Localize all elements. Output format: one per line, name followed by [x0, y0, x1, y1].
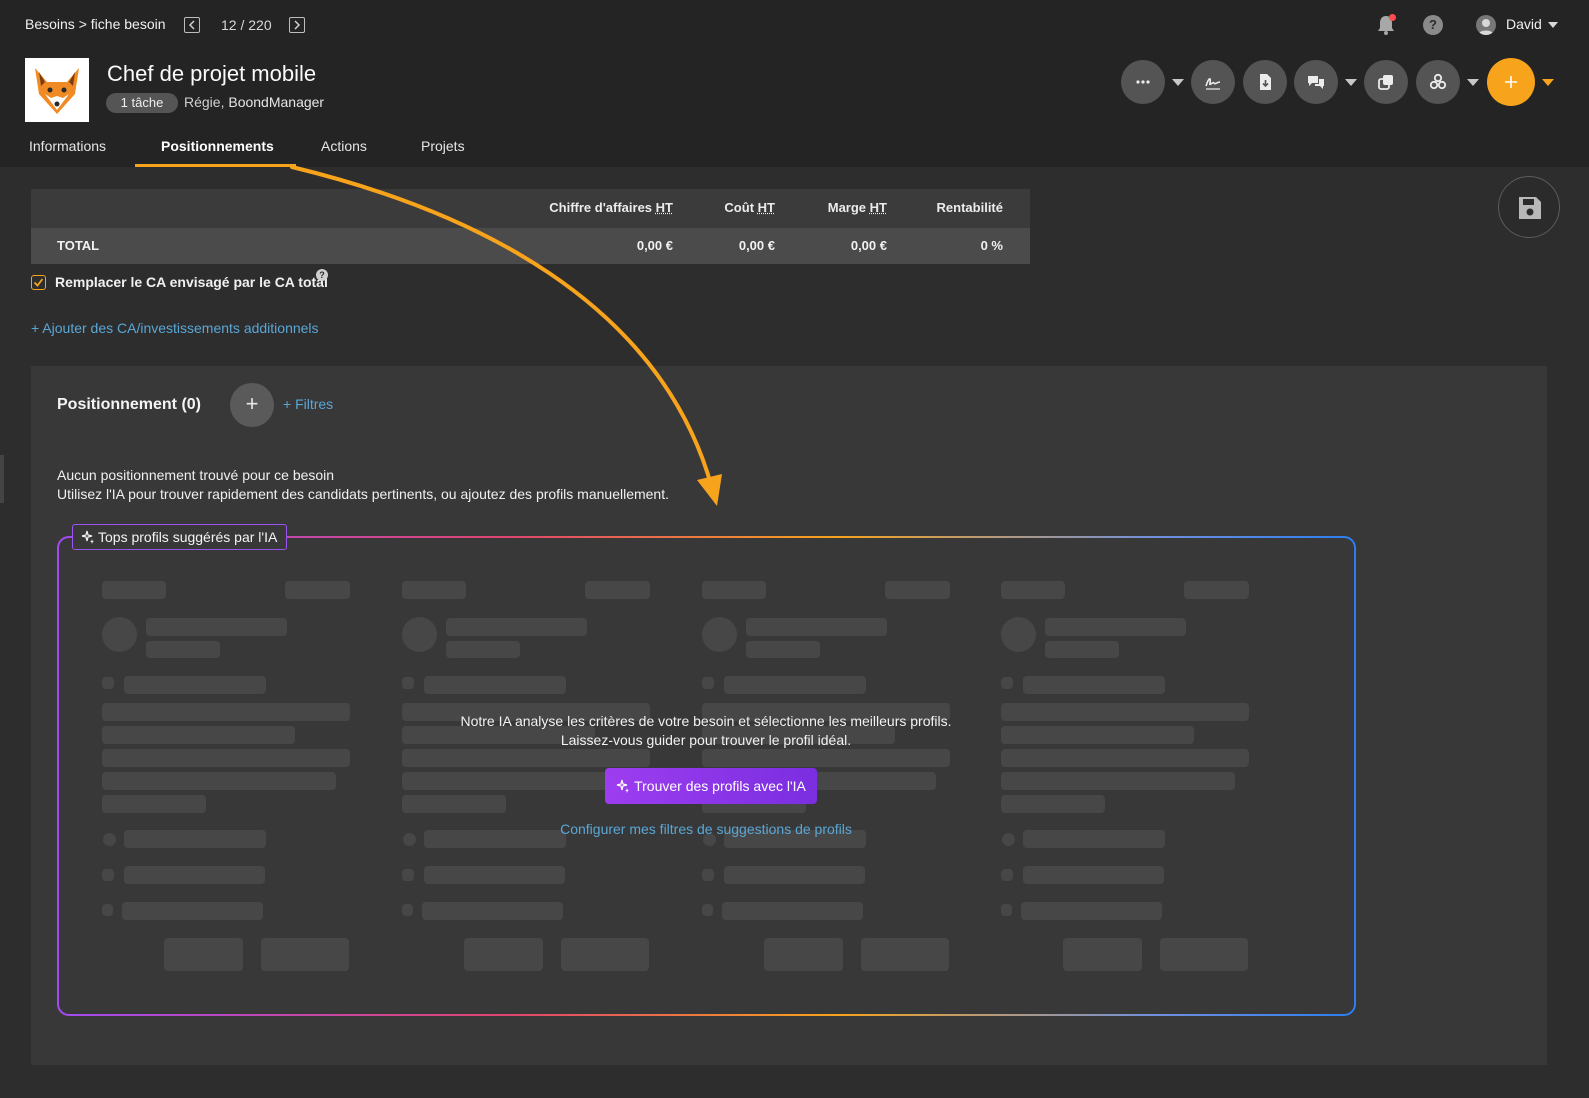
- annotation-arrow: [290, 165, 722, 506]
